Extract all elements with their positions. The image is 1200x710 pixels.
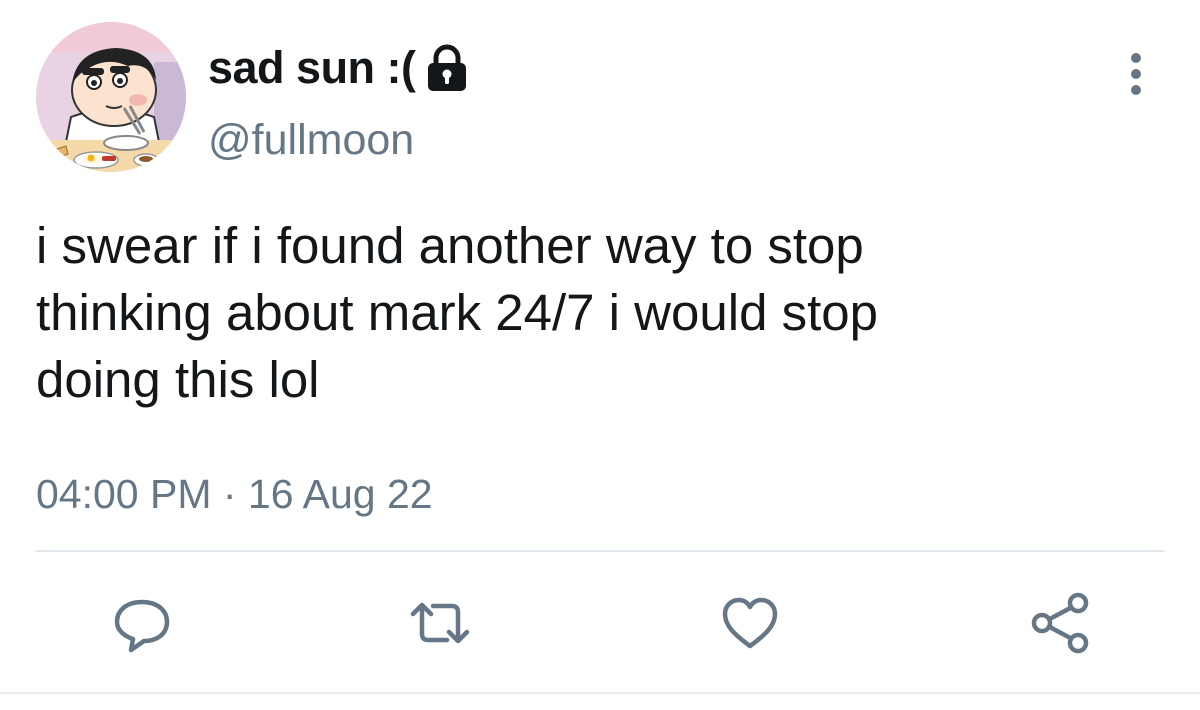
share-button[interactable] (1025, 588, 1095, 658)
bottom-divider (0, 692, 1200, 694)
more-vertical-icon[interactable] (1116, 50, 1156, 100)
retweet-button[interactable] (405, 588, 475, 658)
reply-icon (114, 599, 170, 653)
avatar-cartoon-image (36, 22, 186, 172)
display-name-row[interactable]: sad sun :( (208, 40, 470, 96)
tweet-text: i swear if i found another way to stop t… (36, 217, 878, 408)
avatar[interactable] (36, 22, 186, 172)
divider (36, 550, 1164, 552)
tweet-timestamp[interactable]: 04:00 PM · 16 Aug 22 (36, 466, 433, 522)
display-name[interactable]: sad sun :( (208, 40, 416, 96)
action-bar (0, 588, 1200, 658)
share-icon (1031, 592, 1089, 654)
reply-button[interactable] (107, 588, 177, 658)
user-handle[interactable]: @fullmoon (208, 112, 414, 168)
heart-icon (722, 597, 778, 649)
retweet-icon (410, 602, 470, 644)
like-button[interactable] (715, 588, 785, 658)
lock-icon (424, 43, 470, 93)
